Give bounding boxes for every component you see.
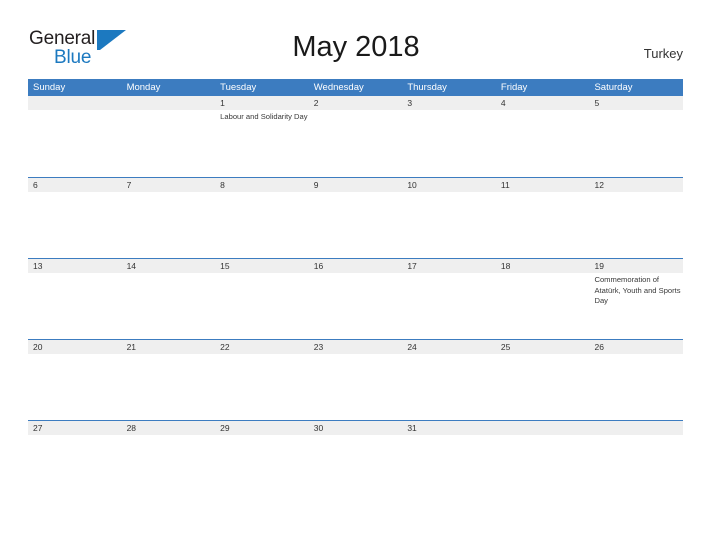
day-number: [589, 421, 684, 435]
calendar-week-row: 6 7 8 9 10 11 12: [28, 177, 684, 258]
day-number: 31: [402, 421, 496, 435]
weekday-header-tuesday: Tuesday: [220, 82, 257, 93]
day-number: 4: [495, 96, 590, 110]
calendar-day-cell-empty: [28, 96, 122, 177]
calendar-day-cell[interactable]: 17: [402, 259, 496, 339]
day-number: 24: [402, 340, 496, 354]
day-number: 1: [215, 96, 309, 110]
day-number: [28, 96, 122, 110]
calendar-table: Sunday Monday Tuesday Wednesday Thursday Frid…: [28, 79, 684, 501]
calendar-day-cell[interactable]: 23: [308, 340, 403, 420]
weekday-header-row: Sunday Monday Tuesday Wednesday Thursday Frid…: [28, 79, 683, 96]
calendar-day-cell[interactable]: 11: [495, 178, 590, 258]
calendar-day-cell[interactable]: 8: [215, 178, 309, 258]
calendar-week-row: 20 21 22 23 24 25 26: [28, 339, 684, 420]
calendar-day-cell[interactable]: 6: [28, 178, 122, 258]
calendar-day-cell[interactable]: 1 Labour and Solidarity Day: [215, 96, 309, 177]
day-number: 8: [215, 178, 309, 192]
calendar-day-cell[interactable]: 7: [121, 178, 216, 258]
day-number: 20: [28, 340, 122, 354]
day-number: 27: [28, 421, 122, 435]
calendar-day-cell[interactable]: 25: [495, 340, 590, 420]
region-label: Turkey: [643, 46, 683, 61]
day-number: 14: [121, 259, 216, 273]
day-number: 22: [215, 340, 309, 354]
calendar-day-cell[interactable]: 10: [402, 178, 496, 258]
day-number: 2: [308, 96, 403, 110]
calendar-day-cell-empty: [121, 96, 216, 177]
day-event-label: Labour and Solidarity Day: [220, 112, 308, 121]
calendar-day-cell[interactable]: 9: [308, 178, 403, 258]
calendar-day-cell[interactable]: 12: [589, 178, 684, 258]
day-number: 29: [215, 421, 309, 435]
day-number: 5: [589, 96, 684, 110]
day-number: 21: [121, 340, 216, 354]
weekday-header-wednesday: Wednesday: [313, 82, 364, 93]
calendar-day-cell[interactable]: 16: [308, 259, 403, 339]
calendar-day-cell[interactable]: 26: [589, 340, 684, 420]
calendar-day-cell[interactable]: 20: [28, 340, 122, 420]
day-number: 6: [28, 178, 122, 192]
calendar-day-cell[interactable]: 14: [121, 259, 216, 339]
day-number: 9: [308, 178, 403, 192]
weekday-header-friday: Friday: [500, 82, 528, 93]
calendar-day-cell[interactable]: 24: [402, 340, 496, 420]
calendar-day-cell[interactable]: 29: [215, 421, 309, 500]
calendar-day-cell[interactable]: 27: [28, 421, 122, 500]
calendar-day-cell[interactable]: 31: [402, 421, 496, 500]
calendar-day-cell[interactable]: 13: [28, 259, 122, 339]
calendar-day-cell[interactable]: 28: [121, 421, 216, 500]
calendar-page: General Blue May 2018 Turkey Sunday Monda…: [0, 0, 712, 550]
calendar-week-row: 1 Labour and Solidarity Day 2 3 4 5: [28, 96, 684, 177]
day-number: 16: [308, 259, 403, 273]
calendar-day-cell[interactable]: 3: [402, 96, 496, 177]
calendar-day-cell[interactable]: 2: [308, 96, 403, 177]
calendar-day-cell[interactable]: 5: [589, 96, 684, 177]
weekday-header-thursday: Thursday: [407, 82, 447, 93]
calendar-day-cell[interactable]: 21: [121, 340, 216, 420]
calendar-day-cell[interactable]: 4: [495, 96, 590, 177]
day-number: 28: [121, 421, 216, 435]
calendar-day-cell[interactable]: 30: [308, 421, 403, 500]
day-event-label: Commemoration of Atatürk, Youth and Spor…: [594, 275, 681, 305]
day-number: 18: [495, 259, 590, 273]
page-title: May 2018: [292, 31, 420, 63]
day-number: [121, 96, 216, 110]
calendar-week-row: 27 28 29 30 31: [28, 420, 684, 501]
day-number: 17: [402, 259, 496, 273]
day-number: 15: [215, 259, 309, 273]
weekday-header-monday: Monday: [126, 82, 161, 93]
day-number: 13: [28, 259, 122, 273]
calendar-week-row: 13 14 15 16 17 18 19 Commemoration of Atatürk, …: [28, 258, 684, 339]
day-number: 3: [402, 96, 496, 110]
calendar-day-cell-empty: [589, 421, 684, 500]
calendar-weeks: 1 Labour and Solidarity Day 2 3 4 5 6 7 8 9 10 11 12…: [28, 96, 684, 501]
day-number: 30: [308, 421, 403, 435]
day-number: 7: [121, 178, 216, 192]
calendar-day-cell[interactable]: 18: [495, 259, 590, 339]
day-number: 10: [402, 178, 496, 192]
day-number: [495, 421, 590, 435]
day-number: 19: [589, 259, 684, 273]
calendar-day-cell[interactable]: 15: [215, 259, 309, 339]
calendar-day-cell-empty: [495, 421, 590, 500]
weekday-header-sunday: Sunday: [33, 82, 66, 93]
page-header: General Blue May 2018 Turkey: [0, 0, 712, 78]
day-number: 23: [308, 340, 403, 354]
day-number: 11: [495, 178, 590, 192]
calendar-day-cell[interactable]: 22: [215, 340, 309, 420]
day-number: 25: [495, 340, 590, 354]
weekday-header-saturday: Saturday: [594, 82, 633, 93]
day-number: 26: [589, 340, 684, 354]
day-number: 12: [589, 178, 684, 192]
calendar-day-cell[interactable]: 19 Commemoration of Atatürk, Youth and Sp…: [589, 259, 684, 339]
